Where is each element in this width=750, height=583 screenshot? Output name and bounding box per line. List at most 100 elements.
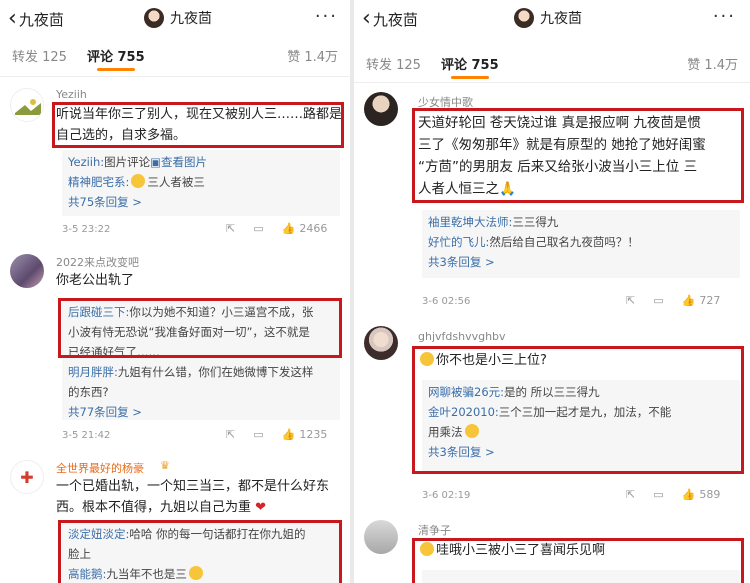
nav-title: 九夜茴 — [170, 11, 212, 27]
heart-icon: ❤ — [251, 500, 267, 515]
comment-time: 3-5 23:22 — [62, 224, 111, 235]
more-options-icon[interactable]: ··· — [315, 6, 338, 27]
tab-repost[interactable]: 转发 125 — [366, 54, 421, 73]
like-icon[interactable]: 👍 — [282, 222, 296, 235]
crown-icon: ♛ — [160, 459, 170, 472]
comment-username[interactable]: 清争子 — [418, 522, 451, 538]
left-screenshot-panel: ‹ 九夜茴 九夜茴 ··· 转发 125 评论 755 赞 1.4万 Yezii… — [0, 0, 350, 583]
tab-repost[interactable]: 转发 125 — [12, 46, 67, 65]
reply-icon[interactable]: ▭ — [653, 294, 663, 307]
like-count[interactable]: 赞 1.4万 — [687, 54, 738, 73]
right-screenshot-panel: ‹ 九夜茴 九夜茴 ··· 转发 125 评论 755 赞 1.4万 少女情中歌… — [354, 0, 750, 583]
reply-line: 好忙的飞儿:然后给自己取名九夜茴吗？！ — [428, 232, 734, 252]
like-count: 589 — [699, 488, 721, 501]
reply-text: 三三得九 — [512, 215, 559, 229]
back-label: 九夜茴 — [372, 10, 418, 29]
view-image-link[interactable]: 查看图片 — [161, 155, 207, 169]
comment-actions: ⇱ ▭ 👍 2466 — [226, 222, 327, 235]
like-count: 727 — [699, 294, 721, 307]
back-label: 九夜茴 — [18, 10, 64, 29]
comment-actions: ⇱ ▭ 👍 727 — [626, 294, 720, 307]
reply-username[interactable]: 袖里乾坤大法师: — [428, 215, 512, 229]
reply-text: 图片评论 — [104, 155, 151, 169]
divider — [0, 76, 350, 77]
nav-title: 九夜茴 — [540, 11, 582, 27]
like-icon[interactable]: 👍 — [682, 488, 696, 501]
comment-time: 3-6 02:56 — [422, 296, 471, 307]
like-count[interactable]: 赞 1.4万 — [287, 46, 338, 65]
tab-comment[interactable]: 评论 755 — [87, 46, 145, 71]
reply-icon[interactable]: ▭ — [253, 222, 263, 235]
reply-preview[interactable]: 袖里乾坤大法师:三三得九 好忙的飞儿:然后给自己取名九夜茴吗？！ 共3条回复 > — [422, 210, 740, 278]
avatar — [10, 88, 44, 122]
comment-username[interactable]: ghjvfdshvvghbv — [418, 330, 506, 343]
comment-text-segment: 西。根本不值得，九姐以自己为重 — [56, 500, 252, 515]
share-icon[interactable]: ⇱ — [226, 222, 235, 235]
more-replies-link[interactable]: 共77条回复 > — [68, 402, 334, 422]
avatar — [364, 520, 398, 554]
highlight-box — [412, 538, 744, 583]
comment-actions: ⇱ ▭ 👍 589 — [626, 488, 720, 501]
like-icon[interactable]: 👍 — [282, 428, 296, 441]
highlight-box — [412, 346, 744, 474]
tab-bar: 转发 125 评论 755 赞 1.4万 — [0, 40, 350, 71]
reply-username[interactable]: Yeziih: — [68, 155, 104, 169]
avatar — [514, 8, 534, 28]
divider — [354, 82, 750, 83]
top-nav-bar: ‹ 九夜茴 九夜茴 ··· — [0, 0, 350, 38]
share-icon[interactable]: ⇱ — [626, 488, 635, 501]
back-button[interactable]: ‹ 九夜茴 — [362, 8, 418, 30]
like-icon[interactable]: 👍 — [682, 294, 696, 307]
avatar — [364, 326, 398, 360]
reply-preview[interactable]: Yeziih:图片评论▣查看图片 精神肥宅系: 三人者被三 共75条回复 > — [62, 150, 340, 216]
reply-username[interactable]: 精神肥宅系: — [68, 175, 129, 189]
comment-username[interactable]: Yeziih — [56, 88, 87, 101]
more-replies-link[interactable]: 共3条回复 > — [428, 252, 734, 272]
comment-time: 3-5 21:42 — [62, 430, 111, 441]
chevron-left-icon: ‹ — [362, 6, 371, 31]
reply-text: 三人者被三 — [147, 175, 205, 189]
reply-username[interactable]: 明月胖胖: — [68, 365, 118, 379]
top-nav-bar: ‹ 九夜茴 九夜茴 ··· — [354, 0, 750, 38]
like-count: 2466 — [299, 222, 328, 235]
reply-line: 明月胖胖:九姐有什么错，你们在她微博下发这样 — [68, 362, 334, 382]
reply-line: 袖里乾坤大法师:三三得九 — [428, 212, 734, 232]
highlight-box — [58, 298, 342, 358]
comment-username[interactable]: 2022来点改变吧 — [56, 254, 139, 270]
more-options-icon[interactable]: ··· — [713, 6, 736, 27]
share-icon[interactable]: ⇱ — [626, 294, 635, 307]
avatar — [10, 254, 44, 288]
comment-text: 你老公出轨了 — [56, 273, 135, 288]
avatar — [144, 8, 164, 28]
comment-text-line: 西。根本不值得，九姐以自己为重 ❤ — [56, 497, 344, 518]
reply-text: 九姐有什么错，你们在她微博下发这样 — [117, 365, 314, 379]
reply-text: 然后给自己取名九夜茴吗？！ — [489, 235, 639, 249]
more-replies-link[interactable]: 共75条回复 > — [68, 192, 334, 212]
tab-bar: 转发 125 评论 755 赞 1.4万 — [354, 48, 750, 79]
highlight-box — [58, 520, 342, 583]
comment-username[interactable]: 全世界最好的杨豪 — [56, 460, 144, 476]
like-count: 1235 — [299, 428, 328, 441]
share-icon[interactable]: ⇱ — [226, 428, 235, 441]
avatar: ✚ — [10, 460, 44, 494]
chevron-left-icon: ‹ — [8, 6, 17, 31]
tab-comment[interactable]: 评论 755 — [441, 54, 499, 79]
highlight-box — [412, 108, 744, 203]
comment-time: 3-6 02:19 — [422, 490, 471, 501]
reply-text: 的东西? — [68, 385, 109, 399]
reply-username[interactable]: 好忙的飞儿: — [428, 235, 489, 249]
reply-icon[interactable]: ▭ — [653, 488, 663, 501]
nav-profile[interactable]: 九夜茴 — [514, 8, 582, 28]
back-button[interactable]: ‹ 九夜茴 — [8, 8, 64, 30]
reply-icon[interactable]: ▭ — [253, 428, 263, 441]
avatar-logo-icon: ✚ — [20, 467, 34, 487]
reply-line: Yeziih:图片评论▣查看图片 — [68, 152, 334, 172]
reply-line: 精神肥宅系: 三人者被三 — [68, 172, 334, 192]
emoji-icon — [131, 174, 146, 188]
highlight-box — [52, 102, 344, 148]
nav-profile[interactable]: 九夜茴 — [144, 8, 212, 28]
comment-actions: ⇱ ▭ 👍 1235 — [226, 428, 327, 441]
avatar — [364, 92, 398, 126]
comment-text-line: 一个已婚出轨，一个知三当三，都不是什么好东 — [56, 479, 330, 494]
image-icon: ▣ — [150, 155, 162, 169]
